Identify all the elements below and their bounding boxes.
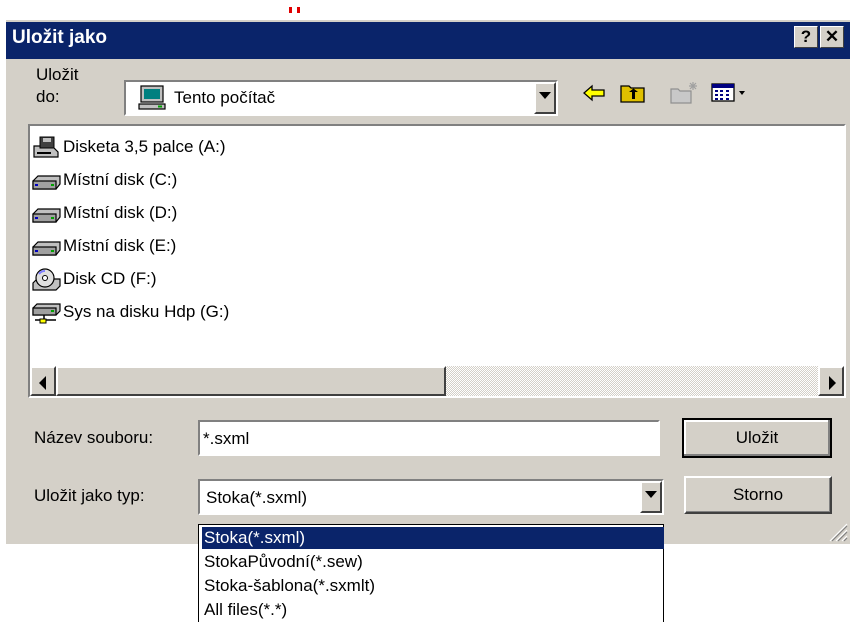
scroll-right-button[interactable] (818, 366, 844, 396)
list-item-label: Disk CD (F:) (63, 269, 157, 288)
save-in-label: Uložit do: (36, 64, 79, 108)
chevron-down-icon (645, 491, 657, 498)
hard-drive-icon (32, 169, 62, 191)
back-arrow-icon[interactable] (580, 80, 610, 106)
arrow-right-icon (829, 376, 836, 390)
close-icon: ✕ (824, 27, 840, 46)
save-in-label-line2: do: (36, 87, 60, 106)
file-list[interactable]: Disketa 3,5 palce (A:) Místní disk (C:) … (28, 124, 846, 398)
arrow-left-icon (39, 376, 46, 390)
filename-field[interactable]: *.sxml (198, 420, 660, 456)
help-button[interactable]: ? (794, 26, 818, 48)
dropdown-option[interactable]: Stoka-šablona(*.sxmlt) (202, 575, 664, 597)
save-button[interactable]: Uložit (682, 418, 832, 458)
red-mark (297, 7, 300, 13)
filetype-label: Uložit jako typ: (34, 486, 145, 505)
cd-drive-icon (32, 268, 62, 291)
list-item[interactable]: Místní disk (D:) (32, 198, 177, 228)
hard-drive-icon (32, 202, 62, 224)
list-item-label: Místní disk (D:) (63, 203, 178, 222)
filename-value: *.sxml (203, 429, 250, 448)
window-title: Uložit jako (12, 27, 108, 48)
dropdown-option[interactable]: Stoka(*.sxml) (202, 527, 664, 549)
list-item[interactable]: Sys na disku Hdp (G:) (32, 297, 229, 327)
save-in-label-line1: Uložit (36, 65, 79, 84)
list-item-label: Disketa 3,5 palce (A:) (63, 137, 226, 156)
scroll-left-button[interactable] (30, 366, 56, 396)
title-bar[interactable] (6, 22, 850, 59)
save-button-label: Uložit (735, 428, 779, 447)
list-item-label: Místní disk (E:) (63, 236, 177, 255)
filetype-value: Stoka(*.sxml) (206, 488, 308, 507)
save-in-dropdown-button[interactable] (534, 82, 556, 114)
scroll-thumb[interactable] (56, 366, 446, 396)
dropdown-option[interactable]: StokaPůvodní(*.sew) (202, 551, 664, 573)
close-button[interactable]: ✕ (820, 26, 844, 48)
list-item[interactable]: Disk CD (F:) (32, 264, 156, 294)
filename-label: Název souboru: (34, 428, 154, 447)
horizontal-scrollbar[interactable] (30, 366, 844, 396)
dropdown-option[interactable]: All files(*.*) (202, 599, 664, 621)
list-item[interactable]: Místní disk (C:) (32, 165, 177, 195)
red-mark (289, 7, 292, 13)
filetype-dropdown-list[interactable]: Stoka(*.sxml) StokaPůvodní(*.sew) Stoka-… (198, 524, 664, 622)
up-folder-icon[interactable] (618, 80, 648, 106)
list-item-label: Místní disk (C:) (63, 170, 178, 189)
new-folder-icon[interactable] (668, 80, 700, 106)
chevron-down-icon (539, 92, 551, 99)
filetype-combo[interactable]: Stoka(*.sxml) (198, 479, 664, 515)
floppy-drive-icon (32, 136, 62, 158)
list-item[interactable]: Disketa 3,5 palce (A:) (32, 132, 226, 162)
list-item-label: Sys na disku Hdp (G:) (63, 302, 230, 321)
list-item[interactable]: Místní disk (E:) (32, 231, 176, 261)
computer-icon (138, 85, 168, 111)
cancel-button[interactable]: Storno (684, 476, 832, 514)
network-drive-icon (32, 301, 62, 324)
save-in-combo[interactable]: Tento počítač (124, 80, 558, 116)
cancel-button-label: Storno (732, 485, 784, 504)
filetype-dropdown-button[interactable] (640, 481, 662, 513)
view-menu-icon[interactable] (710, 80, 754, 106)
save-in-value: Tento počítač (174, 88, 276, 107)
size-grip[interactable] (828, 518, 848, 542)
hard-drive-icon (32, 235, 62, 257)
